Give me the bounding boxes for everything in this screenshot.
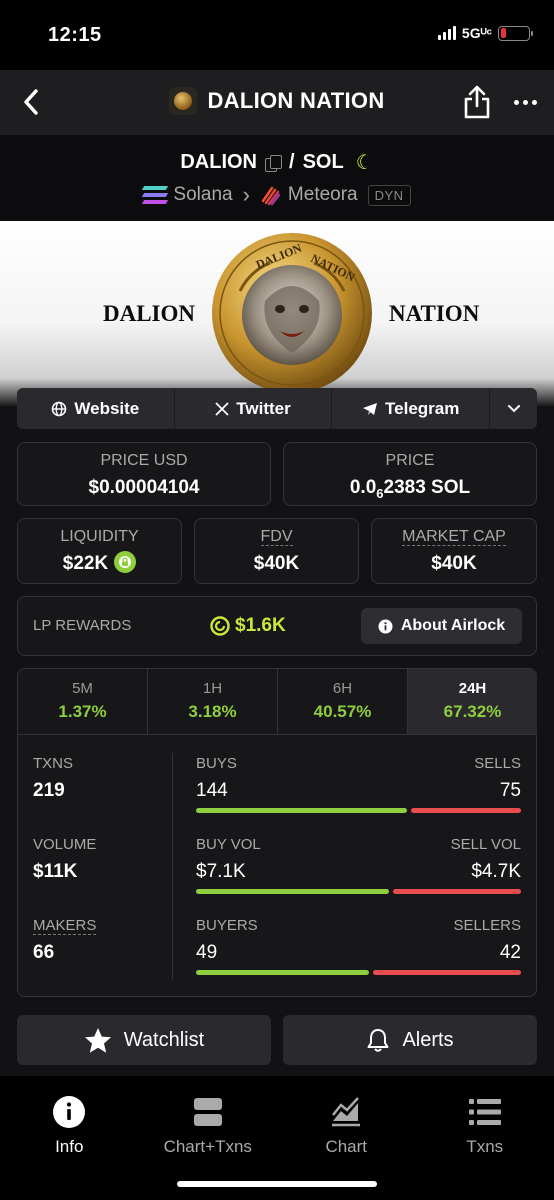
share-button[interactable] bbox=[460, 84, 494, 120]
base-symbol: DALION bbox=[180, 151, 258, 173]
lion-coin-image: DALION NATION bbox=[212, 233, 372, 393]
tab-6h[interactable]: 6H 40.57% bbox=[278, 669, 408, 734]
solana-icon bbox=[142, 186, 169, 204]
lp-rewards-value: $1.6K bbox=[209, 615, 286, 637]
price-value: 0.062383 SOL bbox=[349, 477, 471, 501]
social-links-bar: Website Twitter Telegram bbox=[17, 388, 537, 429]
home-indicator bbox=[177, 1181, 377, 1187]
tab-txns[interactable]: Txns bbox=[416, 1076, 554, 1200]
buyers-sellers-row: BUYERS SELLERS 49 42 bbox=[196, 917, 521, 975]
txns-metric: TXNS 219 bbox=[33, 755, 74, 801]
pair-header: DALION / SOL ☾ Solana › Meteora DYN bbox=[0, 135, 554, 221]
more-options-button[interactable] bbox=[508, 90, 542, 114]
more-links-button[interactable] bbox=[490, 388, 537, 429]
website-label: Website bbox=[74, 398, 140, 418]
lock-icon[interactable] bbox=[114, 551, 137, 573]
chart-icon bbox=[332, 1097, 361, 1127]
signal-icon bbox=[437, 26, 456, 40]
pair-line: DALION / SOL ☾ bbox=[0, 151, 554, 174]
fdv-label: FDV bbox=[260, 528, 293, 546]
price-usd-value: $0.00004104 bbox=[88, 477, 200, 498]
status-bar: 12:15 5Gᵁᶜ bbox=[0, 0, 554, 70]
token-banner: DALION DALION NATION NATION bbox=[0, 221, 554, 406]
market-cap-value: $40K bbox=[431, 553, 477, 574]
copy-icon[interactable] bbox=[265, 154, 283, 172]
battery-icon bbox=[498, 25, 533, 41]
nav-bar: DALION NATION bbox=[0, 70, 554, 135]
meteora-icon bbox=[261, 186, 281, 206]
volume-bar bbox=[196, 889, 521, 894]
price-usd-label: PRICE USD bbox=[100, 452, 188, 469]
telegram-button[interactable]: Telegram bbox=[332, 388, 491, 429]
dex-name[interactable]: Meteora bbox=[288, 184, 358, 206]
twitter-label: Twitter bbox=[236, 398, 291, 418]
fdv-card[interactable]: FDV $40K bbox=[194, 518, 359, 584]
volume-metric: VOLUME $11K bbox=[33, 836, 97, 882]
info-icon bbox=[378, 619, 393, 633]
alerts-button[interactable]: Alerts bbox=[283, 1015, 537, 1065]
star-icon bbox=[84, 1027, 111, 1053]
market-cap-card[interactable]: MARKET CAP $40K bbox=[371, 518, 537, 584]
banner-right-text: NATION bbox=[389, 301, 480, 326]
buyers-sellers-bar bbox=[196, 970, 521, 975]
network-label: 5Gᵁᶜ bbox=[461, 25, 492, 41]
list-icon bbox=[468, 1099, 501, 1125]
liquidity-card: LIQUIDITY $22K bbox=[17, 518, 182, 584]
lp-rewards-label: LP REWARDS bbox=[33, 617, 132, 634]
buys-sells-bar bbox=[196, 808, 521, 813]
dex-badge: DYN bbox=[367, 184, 411, 206]
quote-symbol: SOL bbox=[302, 151, 344, 173]
watchlist-button[interactable]: Watchlist bbox=[17, 1015, 271, 1065]
telegram-label: Telegram bbox=[385, 398, 460, 418]
timeframe-tabs: 5M 1.37% 1H 3.18% 6H 40.57% 24H 67.32% bbox=[18, 669, 537, 735]
token-avatar bbox=[169, 87, 198, 115]
tab-24h[interactable]: 24H 67.32% bbox=[408, 669, 537, 734]
about-airlock-button[interactable]: About Airlock bbox=[361, 608, 522, 644]
liquidity-label: LIQUIDITY bbox=[60, 528, 139, 545]
lp-rewards-card: LP REWARDS $1.6K About Airlock bbox=[17, 596, 537, 656]
price-usd-card: PRICE USD $0.00004104 bbox=[17, 442, 271, 506]
divider bbox=[172, 753, 173, 979]
price-card: PRICE 0.062383 SOL bbox=[283, 442, 537, 506]
page-title: DALION NATION bbox=[207, 88, 385, 113]
chain-line: Solana › Meteora DYN bbox=[0, 182, 554, 208]
buys-sells-row: BUYS SELLS 144 75 bbox=[196, 755, 521, 813]
chain-name[interactable]: Solana bbox=[173, 184, 232, 206]
chart-txns-icon bbox=[193, 1098, 222, 1126]
chevron-right-icon: › bbox=[242, 182, 250, 207]
status-time: 12:15 bbox=[48, 24, 102, 46]
moon-icon: ☾ bbox=[355, 151, 374, 174]
tab-1h[interactable]: 1H 3.18% bbox=[148, 669, 278, 734]
chevron-down-icon bbox=[507, 404, 520, 412]
fdv-value: $40K bbox=[253, 553, 300, 574]
makers-metric[interactable]: MAKERS 66 bbox=[33, 917, 97, 964]
twitter-button[interactable]: Twitter bbox=[175, 388, 333, 429]
bell-icon bbox=[367, 1029, 389, 1052]
banner-left-text: DALION bbox=[103, 301, 196, 326]
globe-icon bbox=[52, 401, 67, 416]
volume-row: BUY VOL SELL VOL $7.1K $4.7K bbox=[196, 836, 521, 894]
price-label: PRICE bbox=[385, 452, 435, 469]
airlock-icon bbox=[210, 616, 230, 636]
pair-separator: / bbox=[289, 151, 295, 173]
telegram-icon bbox=[363, 402, 378, 415]
txn-stats-card: 5M 1.37% 1H 3.18% 6H 40.57% 24H 67.32% TXNS … bbox=[17, 668, 537, 997]
x-logo-icon bbox=[215, 401, 229, 416]
market-cap-label: MARKET CAP bbox=[402, 528, 506, 546]
tab-info[interactable]: Info bbox=[0, 1076, 139, 1200]
liquidity-value: $22K bbox=[18, 551, 181, 575]
tab-5m[interactable]: 5M 1.37% bbox=[18, 669, 148, 734]
website-button[interactable]: Website bbox=[17, 388, 175, 429]
share-icon bbox=[464, 85, 490, 119]
status-indicators: 5Gᵁᶜ bbox=[437, 25, 533, 41]
info-icon bbox=[53, 1096, 86, 1128]
